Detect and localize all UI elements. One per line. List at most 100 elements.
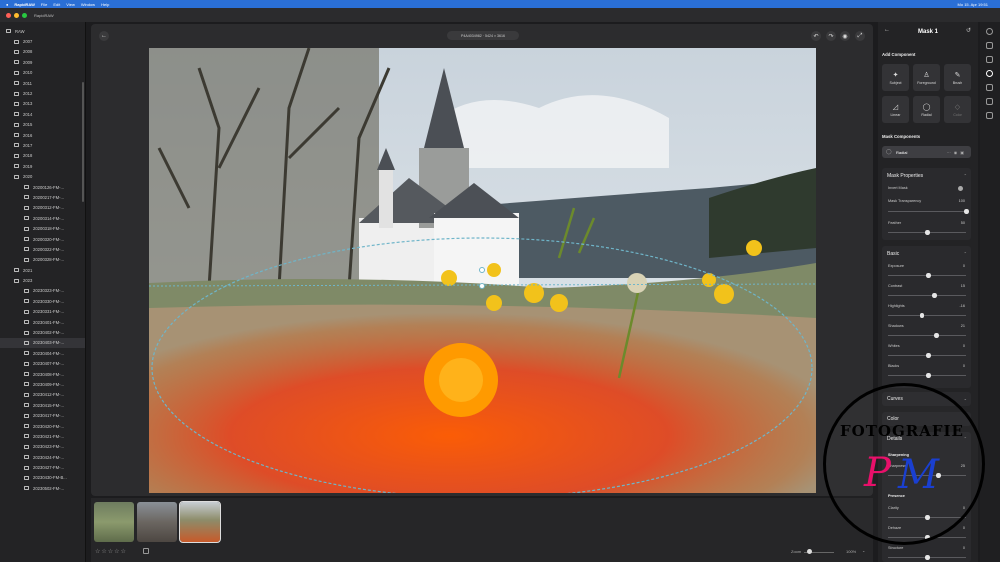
invert-mask-toggle[interactable] bbox=[958, 186, 963, 191]
contrast-slider[interactable] bbox=[888, 293, 966, 298]
slider-knob[interactable] bbox=[934, 333, 939, 338]
menu-file[interactable]: File bbox=[41, 2, 47, 7]
ai-icon[interactable] bbox=[986, 98, 993, 105]
folder-item[interactable]: 2023 bbox=[0, 275, 85, 285]
rating-stars[interactable]: ☆☆☆☆☆ bbox=[95, 548, 127, 555]
blacks-value[interactable]: 0 bbox=[963, 364, 965, 368]
mask-transparency-slider[interactable] bbox=[888, 209, 969, 214]
menu-window[interactable]: Window bbox=[81, 2, 95, 7]
chevron-down-icon[interactable]: ⌄ bbox=[964, 396, 967, 401]
add-color-button[interactable]: ◇ Color bbox=[944, 96, 971, 123]
adjustments-icon[interactable] bbox=[986, 42, 993, 49]
exposure-slider[interactable] bbox=[888, 273, 966, 278]
reset-icon[interactable]: ↺ bbox=[966, 27, 971, 34]
folder-item[interactable]: 2013 bbox=[0, 99, 85, 109]
chevron-up-icon[interactable]: ⌃ bbox=[964, 173, 967, 178]
menu-app-name[interactable]: RapidRAW bbox=[14, 2, 34, 7]
slider-knob[interactable] bbox=[919, 313, 925, 318]
folder-item[interactable]: 2018 bbox=[0, 151, 85, 161]
folder-subitem[interactable]: 20230331-FM-... bbox=[0, 307, 85, 317]
folder-item[interactable]: 2008 bbox=[0, 47, 85, 57]
folder-subitem[interactable]: 20200312-FM-... bbox=[0, 203, 85, 213]
edited-photo[interactable] bbox=[149, 48, 816, 493]
contrast-value[interactable]: 15 bbox=[961, 284, 965, 288]
slider-knob[interactable] bbox=[932, 293, 937, 298]
folder-subitem[interactable]: 20230401-FM-... bbox=[0, 317, 85, 327]
folder-subitem[interactable]: 20200322-FM-... bbox=[0, 244, 85, 254]
folder-subitem[interactable]: 20230403-FM-... bbox=[0, 337, 85, 349]
undo-button[interactable]: ↶ bbox=[811, 31, 821, 41]
filmstrip-thumbnail[interactable] bbox=[137, 502, 177, 542]
folder-item[interactable]: 2019 bbox=[0, 161, 85, 171]
folder-subitem[interactable]: 20200318-FM-... bbox=[0, 223, 85, 233]
zoom-slider-knob[interactable] bbox=[807, 549, 812, 554]
exposure-value[interactable]: 0 bbox=[963, 264, 965, 268]
menu-view[interactable]: View bbox=[66, 2, 75, 7]
slider-knob[interactable] bbox=[926, 373, 931, 378]
folder-subitem[interactable]: 20200217-FM-... bbox=[0, 192, 85, 202]
folder-subitem[interactable]: 20230427-FM-... bbox=[0, 462, 85, 472]
folder-item[interactable]: 2016 bbox=[0, 130, 85, 140]
folder-subitem[interactable]: 20230417-FM-... bbox=[0, 410, 85, 420]
close-window-button[interactable] bbox=[6, 12, 11, 18]
folder-subitem[interactable]: 20230330-FM-... bbox=[0, 296, 85, 306]
folder-subitem[interactable]: 20200328-FM-... bbox=[0, 255, 85, 265]
slider-knob[interactable] bbox=[926, 273, 931, 278]
folder-item[interactable]: 2011 bbox=[0, 78, 85, 88]
info-icon[interactable] bbox=[986, 28, 993, 35]
presets-icon[interactable] bbox=[986, 84, 993, 91]
menu-help[interactable]: Help bbox=[101, 2, 109, 7]
folder-item[interactable]: 2010 bbox=[0, 68, 85, 78]
folder-subitem[interactable]: 20200320-FM-... bbox=[0, 234, 85, 244]
menu-edit[interactable]: Edit bbox=[53, 2, 60, 7]
folder-subitem[interactable]: 20230402-FM-... bbox=[0, 327, 85, 337]
slider-knob[interactable] bbox=[925, 230, 930, 235]
folder-item[interactable]: 2021 bbox=[0, 265, 85, 275]
blacks-slider[interactable] bbox=[888, 373, 966, 378]
feather-slider[interactable] bbox=[888, 230, 966, 235]
folder-scrollbar[interactable] bbox=[82, 82, 84, 202]
structure-value[interactable]: 0 bbox=[963, 546, 965, 550]
filmstrip-thumbnail-selected[interactable] bbox=[179, 501, 221, 543]
crop-icon[interactable] bbox=[986, 56, 993, 63]
highlights-value[interactable]: -16 bbox=[960, 304, 966, 308]
folder-subitem[interactable]: 20230323-FM-... bbox=[0, 286, 85, 296]
structure-slider[interactable] bbox=[888, 555, 966, 560]
folder-subitem[interactable]: 20230502-FM-... bbox=[0, 483, 85, 493]
whites-value[interactable]: 0 bbox=[963, 344, 965, 348]
highlights-slider[interactable] bbox=[888, 313, 966, 318]
folder-subitem[interactable]: 20230408-FM-... bbox=[0, 369, 85, 379]
copy-settings-icon[interactable] bbox=[143, 548, 149, 554]
whites-slider[interactable] bbox=[888, 353, 966, 358]
dehaze-value[interactable]: 0 bbox=[963, 526, 965, 530]
zoom-dropdown-icon[interactable]: ⌄ bbox=[862, 548, 865, 553]
folder-subitem[interactable]: 20200314-FM-... bbox=[0, 213, 85, 223]
slider-knob[interactable] bbox=[964, 209, 969, 214]
add-linear-button[interactable]: ◿ Linear bbox=[882, 96, 909, 123]
mask-component-row[interactable]: ◯ Radial ⋯◉▣ bbox=[882, 146, 971, 158]
folder-subitem[interactable]: 20230407-FM-... bbox=[0, 359, 85, 369]
folder-subitem[interactable]: 20230415-FM-... bbox=[0, 400, 85, 410]
folder-subitem[interactable]: 20230404-FM-... bbox=[0, 348, 85, 358]
add-subject-button[interactable]: ✦ Subject bbox=[882, 64, 909, 91]
slider-knob[interactable] bbox=[926, 353, 931, 358]
basic-title[interactable]: Basic bbox=[887, 251, 899, 257]
folder-item[interactable]: 2012 bbox=[0, 88, 85, 98]
apple-icon[interactable]: ● bbox=[6, 2, 8, 7]
back-button[interactable]: ← bbox=[99, 31, 109, 41]
feather-value[interactable]: 50 bbox=[961, 221, 965, 225]
redo-button[interactable]: ↷ bbox=[826, 31, 836, 41]
folder-root[interactable]: RAW bbox=[0, 26, 85, 36]
add-foreground-button[interactable]: ♙ Foreground bbox=[913, 64, 940, 91]
folder-item[interactable]: 2015 bbox=[0, 120, 85, 130]
component-actions[interactable]: ⋯◉▣ bbox=[947, 150, 967, 155]
folder-item[interactable]: 2007 bbox=[0, 36, 85, 46]
shadows-slider[interactable] bbox=[888, 333, 966, 338]
mask-properties-title[interactable]: Mask Properties bbox=[887, 173, 923, 179]
folder-subitem[interactable]: 20230409-FM-... bbox=[0, 379, 85, 389]
add-radial-button[interactable]: ◯ Radial bbox=[913, 96, 940, 123]
folder-item[interactable]: 2014 bbox=[0, 109, 85, 119]
mask-transparency-value[interactable]: 100 bbox=[959, 199, 965, 203]
minimize-window-button[interactable] bbox=[14, 12, 19, 18]
folder-subitem[interactable]: 20230412-FM-... bbox=[0, 390, 85, 400]
